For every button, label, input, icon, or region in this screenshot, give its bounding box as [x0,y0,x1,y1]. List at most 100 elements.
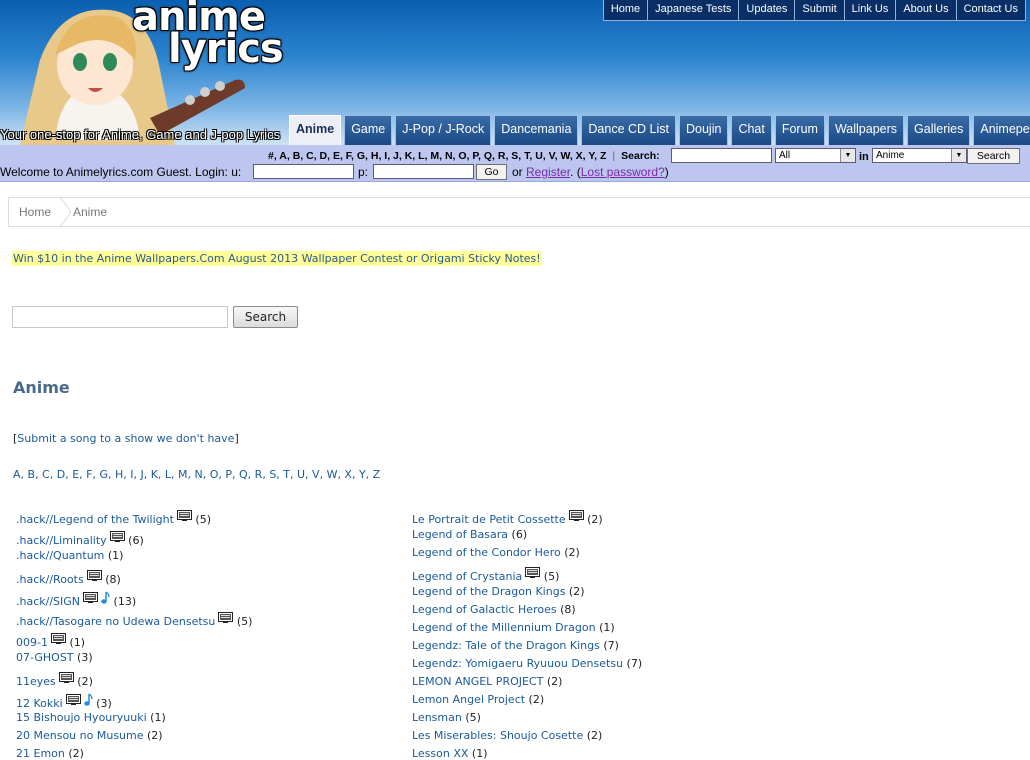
anime-title-link[interactable]: Les Miserables: Shoujo Cosette [412,729,583,742]
list-item: Le Portrait de Petit Cossette (2) [412,510,603,526]
tab-game[interactable]: Game [344,115,393,145]
video-icon[interactable] [525,567,541,578]
tab-anime[interactable]: Anime [289,115,342,145]
song-count: (7) [599,639,619,652]
video-icon[interactable] [58,672,74,683]
list-item: Legend of the Millennium Dragon (1) [412,621,615,634]
anime-title-link[interactable]: 15 Bishoujo Hyouryuuki [16,711,147,724]
song-count: (2) [73,675,93,688]
tab-dancemania[interactable]: Dancemania [494,115,579,145]
video-icon[interactable] [50,633,66,644]
top-nav-submit[interactable]: Submit [794,0,843,20]
list-item: Legend of the Dragon Kings (2) [412,585,585,598]
top-nav-home[interactable]: Home [604,0,647,20]
username-input[interactable] [253,164,354,179]
top-nav-contact-us[interactable]: Contact Us [955,0,1025,20]
list-item: LEMON ANGEL PROJECT (2) [412,675,562,688]
promo-text[interactable]: Win $10 in the Anime Wallpapers.Com Augu… [13,252,541,265]
anime-title-link[interactable]: Legend of Basara [412,528,508,541]
top-nav-about-us[interactable]: About Us [895,0,955,20]
site-search-button[interactable]: Search [967,148,1020,164]
promo-banner[interactable]: Win $10 in the Anime Wallpapers.Com Augu… [12,251,542,266]
submit-song-line: [Submit a song to a show we don't have] [13,432,239,445]
category-select-value: Anime [876,150,905,161]
list-item: 15 Bishoujo Hyouryuuki (1) [16,711,166,724]
tab-forum[interactable]: Forum [774,115,825,145]
anime-title-link[interactable]: .hack//Liminality [16,534,107,547]
site-header: anime lyrics Your one-stop for Anime, Ga… [0,0,1030,145]
anime-title-link[interactable]: Legendz: Yomigaeru Ryuuou Densetsu [412,657,623,670]
anime-title-link[interactable]: 07-GHOST [16,651,74,664]
password-input[interactable] [373,164,474,179]
list-item: 07-GHOST (3) [16,651,93,664]
video-icon[interactable] [65,694,81,705]
list-item: Legend of Basara (6) [412,528,527,541]
password-label: p: [358,165,369,179]
letter-links[interactable]: #, A, B, C, D, E, F, G, H, I, J, K, L, M… [268,150,606,162]
lost-password-link[interactable]: Lost password? [581,165,665,179]
alphabet-index[interactable]: A, B, C, D, E, F, G, H, I, J, K, L, M, N… [13,468,380,481]
anime-title-link[interactable]: Legend of Crystania [412,570,522,583]
list-item: 12 Kokki (3) [16,693,112,710]
tab-animepedia[interactable]: Animepedia [973,115,1030,145]
video-icon[interactable] [568,510,584,521]
search-button[interactable]: Search [233,306,298,328]
tab-chat[interactable]: Chat [731,115,772,145]
tab-dance-cd-list[interactable]: Dance CD List [581,115,676,145]
music-note-icon[interactable] [83,693,93,707]
site-search-input[interactable] [671,148,772,163]
register-link[interactable]: Register [526,165,570,179]
list-item: Legend of Crystania (5) [412,567,559,583]
anime-title-link[interactable]: .hack//Legend of the Twilight [16,513,174,526]
scope-select[interactable]: All ▼ [775,148,856,163]
anime-title-link[interactable]: 11eyes [16,675,56,688]
login-go-button[interactable]: Go [476,164,507,180]
anime-title-link[interactable]: 009-1 [16,636,48,649]
anime-title-link[interactable]: Le Portrait de Petit Cossette [412,513,566,526]
video-icon[interactable] [86,570,102,581]
anime-title-link[interactable]: Legend of Galactic Heroes [412,603,557,616]
site-logo[interactable]: anime lyrics [132,0,292,80]
anime-title-link[interactable]: 20 Mensou no Musume [16,729,144,742]
search-input[interactable] [12,306,228,328]
breadcrumb: Home Anime [8,197,1030,227]
video-icon[interactable] [218,612,234,623]
music-note-icon[interactable] [100,591,110,605]
anime-title-link[interactable]: Legend of the Millennium Dragon [412,621,596,634]
tab-wallpapers[interactable]: Wallpapers [827,115,905,145]
anime-title-link[interactable]: Lensman [412,711,462,724]
chevron-down-icon: ▼ [951,149,966,162]
anime-title-link[interactable]: Lemon Angel Project [412,693,525,706]
list-item: 11eyes (2) [16,672,93,688]
breadcrumb-separator-icon [59,197,72,227]
anime-title-link[interactable]: Legendz: Tale of the Dragon Kings [412,639,600,652]
category-select[interactable]: Anime ▼ [872,148,967,163]
tab-doujin[interactable]: Doujin [679,115,729,145]
anime-title-link[interactable]: 12 Kokki [16,697,63,710]
anime-title-link[interactable]: .hack//Quantum [16,549,104,562]
top-nav-updates[interactable]: Updates [738,0,794,20]
anime-title-link[interactable]: .hack//Roots [16,573,84,586]
list-item: 009-1 (1) [16,633,85,649]
tab-jpop-jrock[interactable]: J-Pop / J-Rock [395,115,492,145]
tab-galleries[interactable]: Galleries [907,115,971,145]
list-item: .hack//Quantum (1) [16,549,123,562]
logo-text-lyrics: lyrics [168,26,284,72]
anime-title-link[interactable]: .hack//Tasogare no Udewa Densetsu [16,615,215,628]
breadcrumb-home[interactable]: Home [19,205,51,219]
top-nav: Home Japanese Tests Updates Submit Link … [602,0,1026,21]
list-item: 20 Mensou no Musume (2) [16,729,163,742]
list-item: .hack//SIGN (13) [16,591,136,608]
video-icon[interactable] [83,592,99,603]
top-nav-link-us[interactable]: Link Us [843,0,896,20]
video-icon[interactable] [109,531,125,542]
video-icon[interactable] [176,510,192,521]
anime-title-link[interactable]: Legend of the Condor Hero [412,546,561,559]
top-nav-japanese-tests[interactable]: Japanese Tests [647,0,738,20]
song-count: (2) [560,546,580,559]
page-title: Anime [13,378,70,397]
anime-title-link[interactable]: .hack//SIGN [16,595,80,608]
anime-title-link[interactable]: LEMON ANGEL PROJECT [412,675,543,688]
anime-title-link[interactable]: Legend of the Dragon Kings [412,585,565,598]
submit-song-link[interactable]: Submit a song to a show we don't have [17,432,234,445]
